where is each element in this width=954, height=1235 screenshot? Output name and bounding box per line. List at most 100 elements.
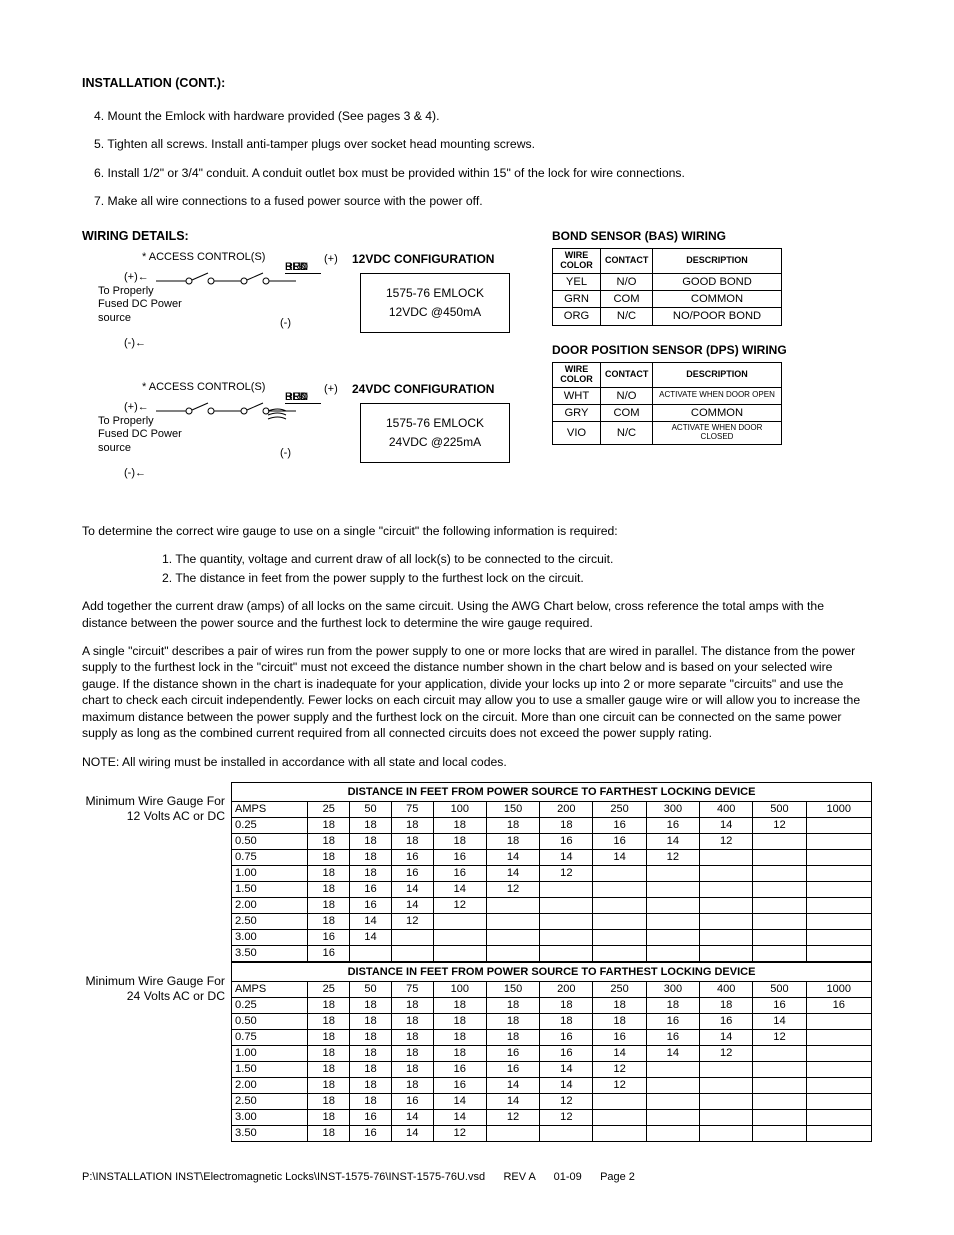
awg-col-head: 250	[593, 802, 646, 818]
bas-title: BOND SENSOR (BAS) WIRING	[552, 228, 872, 244]
awg-cell: 16	[433, 850, 486, 866]
awg-cell	[593, 930, 646, 946]
awg-cell	[486, 946, 539, 962]
th: CONTACT	[601, 362, 653, 387]
awg-cell: 16	[540, 834, 593, 850]
awg-cell: 2.00	[232, 898, 308, 914]
awg-cell	[806, 1094, 871, 1110]
awg-cell	[806, 818, 871, 834]
awg-cell: 18	[433, 1030, 486, 1046]
table-row: 3.5016	[232, 946, 872, 962]
awg-cell: 16	[350, 898, 392, 914]
awg-cell	[753, 866, 806, 882]
awg-cell: 18	[593, 1014, 646, 1030]
awg-cell	[540, 882, 593, 898]
awg-cell: 3.00	[232, 930, 308, 946]
awg-cell	[646, 882, 699, 898]
awg-cell	[646, 1110, 699, 1126]
step: 7. Make all wire connections to a fused …	[94, 193, 872, 209]
awg-cell: 1.50	[232, 882, 308, 898]
th: CONTACT	[601, 248, 653, 273]
awg-cell: 3.50	[232, 946, 308, 962]
awg-cell: 18	[308, 898, 350, 914]
awg-cell	[646, 1094, 699, 1110]
awg-cell	[753, 850, 806, 866]
awg-col-head: 75	[391, 982, 433, 998]
awg-cell: 18	[308, 1014, 350, 1030]
awg-cell: 12	[540, 866, 593, 882]
awg-cell	[753, 898, 806, 914]
awg-cell	[700, 1110, 753, 1126]
awg-cell: 18	[308, 1126, 350, 1142]
awg-cell: 0.75	[232, 850, 308, 866]
footer-date: 01-09	[554, 1171, 582, 1183]
awg-cell: 16	[646, 818, 699, 834]
awg-cell	[806, 946, 871, 962]
awg-cell: 12	[391, 914, 433, 930]
table-row: GRYCOMCOMMON	[553, 404, 782, 421]
awg-cell: 12	[753, 1030, 806, 1046]
awg-cell: 2.50	[232, 914, 308, 930]
awg-cell: 18	[308, 850, 350, 866]
awg-cell: 18	[486, 834, 539, 850]
awg-cell: 14	[486, 1094, 539, 1110]
awg-cell	[806, 1062, 871, 1078]
wire-gauge-note: NOTE: All wiring must be installed in ac…	[82, 754, 872, 770]
awg-cell	[486, 914, 539, 930]
awg-cell: 16	[700, 1014, 753, 1030]
access-control-label: * ACCESS CONTROL(S)	[142, 251, 265, 265]
awg-cell	[753, 882, 806, 898]
table-row: GRNCOMCOMMON	[553, 291, 782, 308]
awg-cell	[753, 1078, 806, 1094]
config-title-24v: 24VDC CONFIGURATION	[352, 381, 494, 397]
awg-cell: 12	[646, 850, 699, 866]
awg-cell: 14	[700, 1030, 753, 1046]
awg-col-head: 200	[540, 802, 593, 818]
awg-cell: 18	[433, 834, 486, 850]
awg-cell: 14	[593, 850, 646, 866]
awg-cell	[806, 898, 871, 914]
awg-cell: 12	[753, 818, 806, 834]
awg-cell: 18	[308, 914, 350, 930]
wiring-diagram-12v: * ACCESS CONTROL(S) 12VDC CONFIGURATION …	[82, 251, 522, 381]
awg-col-head: 75	[391, 802, 433, 818]
table-row: 0.7518181818181616161412	[232, 1030, 872, 1046]
awg-cell	[753, 1094, 806, 1110]
awg-cell	[700, 898, 753, 914]
awg-cell: 12	[540, 1094, 593, 1110]
install-steps: 4. Mount the Emlock with hardware provid…	[94, 108, 872, 210]
wiring-diagram-24v: * ACCESS CONTROL(S) 24VDC CONFIGURATION …	[82, 381, 522, 511]
awg-col-head: 200	[540, 982, 593, 998]
awg-cell	[806, 1014, 871, 1030]
awg-cell	[806, 1110, 871, 1126]
awg-cell	[806, 1126, 871, 1142]
awg-cell	[753, 930, 806, 946]
awg-cell: 16	[391, 850, 433, 866]
awg-cell: 18	[540, 818, 593, 834]
awg-col-head: 50	[350, 802, 392, 818]
awg-cell: 14	[350, 914, 392, 930]
awg-cell	[486, 930, 539, 946]
awg-cell: 18	[433, 818, 486, 834]
table-row: 1.00181816161412	[232, 866, 872, 882]
awg-cell: 14	[486, 1078, 539, 1094]
awg-cell	[700, 946, 753, 962]
awg-cell	[433, 930, 486, 946]
awg-cell: 18	[308, 1046, 350, 1062]
awg-cell: 12	[433, 1126, 486, 1142]
table-row: 3.001614	[232, 930, 872, 946]
awg-cell	[700, 914, 753, 930]
table-row: ORGN/CNO/POOR BOND	[553, 308, 782, 325]
list-item: 2. The distance in feet from the power s…	[162, 570, 872, 586]
awg-cell: 18	[391, 998, 433, 1014]
awg-cell: 16	[753, 998, 806, 1014]
awg-cell: 1.50	[232, 1062, 308, 1078]
awg-cell: 14	[433, 1110, 486, 1126]
awg-cell	[593, 866, 646, 882]
awg-col-head: 150	[486, 802, 539, 818]
awg-cell: 18	[350, 1046, 392, 1062]
table-row: 0.251818181818181818181616	[232, 998, 872, 1014]
awg-cell: 16	[350, 1126, 392, 1142]
awg-title: DISTANCE IN FEET FROM POWER SOURCE TO FA…	[232, 963, 872, 982]
awg-cell: 12	[486, 1110, 539, 1126]
